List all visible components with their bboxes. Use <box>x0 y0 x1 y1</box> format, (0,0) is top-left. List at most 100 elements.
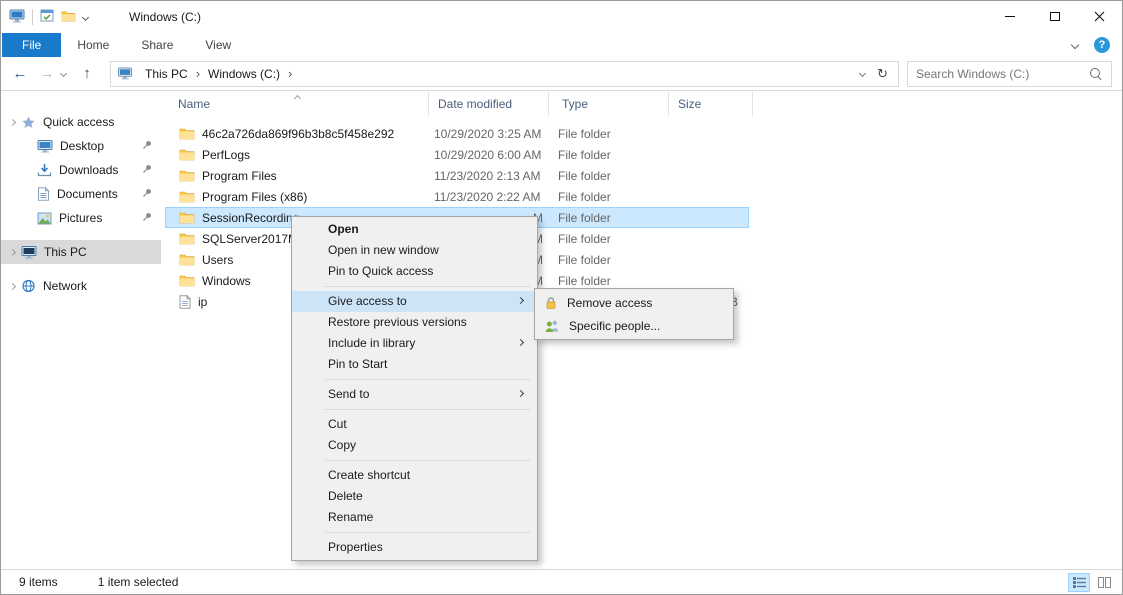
sidebar-item-documents[interactable]: Documents <box>1 182 161 206</box>
tab-share[interactable]: Share <box>125 33 189 57</box>
menu-item-pin-to-quick-access[interactable]: Pin to Quick access <box>292 261 537 282</box>
submenu-item-remove-access[interactable]: Remove access <box>535 291 733 314</box>
file-name: Users <box>202 253 233 267</box>
search-icon[interactable] <box>1089 67 1103 81</box>
breadcrumb-chevron-icon[interactable]: › <box>194 66 202 81</box>
breadcrumb-this-pc[interactable]: This PC <box>139 67 194 81</box>
window-controls <box>987 1 1122 32</box>
menu-separator <box>325 532 530 533</box>
qat-properties-icon[interactable] <box>40 9 54 25</box>
submenu-item-specific-people[interactable]: Specific people... <box>535 314 733 337</box>
file-type: File folder <box>549 253 669 267</box>
minimize-button[interactable] <box>987 1 1032 32</box>
details-view-icon <box>1073 577 1086 588</box>
file-row[interactable]: Program Files 11/23/2020 2:13 AM File fo… <box>165 165 749 186</box>
file-name: SQLServer2017Me <box>202 232 305 246</box>
sidebar-item-pictures[interactable]: Pictures <box>1 206 161 230</box>
search-box[interactable] <box>907 61 1112 87</box>
menu-item-properties[interactable]: Properties <box>292 537 537 558</box>
sidebar-item-label: Downloads <box>59 163 118 177</box>
sidebar-item-this-pc[interactable]: This PC <box>1 240 161 264</box>
sidebar-item-quick-access[interactable]: Quick access <box>1 110 161 134</box>
up-button[interactable]: ↑ <box>74 66 100 81</box>
menu-item-give-access-to[interactable]: Give access to <box>292 291 537 312</box>
file-icon <box>179 295 191 309</box>
menu-item-pin-to-start[interactable]: Pin to Start <box>292 354 537 375</box>
folder-icon <box>179 148 195 161</box>
menu-item-include-in-library[interactable]: Include in library <box>292 333 537 354</box>
menu-separator <box>325 379 530 380</box>
expand-ribbon-chevron-icon[interactable] <box>1071 41 1079 49</box>
menu-item-create-shortcut[interactable]: Create shortcut <box>292 465 537 486</box>
menu-item-restore-previous-versions[interactable]: Restore previous versions <box>292 312 537 333</box>
search-input[interactable] <box>908 67 1089 81</box>
pictures-icon <box>37 212 52 225</box>
details-view-button[interactable] <box>1068 573 1090 592</box>
sidebar-item-label: Quick access <box>43 115 114 129</box>
file-name: SessionRecording <box>202 211 299 225</box>
chevron-right-icon[interactable] <box>9 282 16 289</box>
menu-item-send-to[interactable]: Send to <box>292 384 537 405</box>
submenu-arrow-icon <box>517 390 524 397</box>
maximize-icon <box>1050 12 1060 21</box>
network-icon <box>21 279 36 293</box>
address-dropdown-chevron-icon[interactable] <box>859 70 866 77</box>
menu-item-rename[interactable]: Rename <box>292 507 537 528</box>
recent-locations-chevron-icon[interactable] <box>60 70 67 77</box>
column-header-type[interactable]: Type <box>549 92 669 116</box>
sidebar-item-desktop[interactable]: Desktop <box>1 134 161 158</box>
tab-file[interactable]: File <box>2 33 61 57</box>
menu-item-copy[interactable]: Copy <box>292 435 537 456</box>
sidebar-item-downloads[interactable]: Downloads <box>1 158 161 182</box>
folder-icon <box>179 211 195 224</box>
file-date: 10/29/2020 6:00 AM <box>429 148 549 162</box>
pin-icon <box>142 139 152 153</box>
maximize-button[interactable] <box>1032 1 1077 32</box>
menu-item-open-in-new-window[interactable]: Open in new window <box>292 240 537 261</box>
address-bar[interactable]: This PC › Windows (C:) › ↻ <box>110 61 899 87</box>
file-row[interactable]: 46c2a726da869f96b3b8c5f458e292 10/29/202… <box>165 123 749 144</box>
menu-separator <box>325 460 530 461</box>
navigation-bar: ← → ↑ This PC › Windows (C:) › ↻ <box>1 57 1122 91</box>
menu-item-delete[interactable]: Delete <box>292 486 537 507</box>
file-row[interactable]: Program Files (x86) 11/23/2020 2:22 AM F… <box>165 186 749 207</box>
file-name: Windows <box>202 274 251 288</box>
menu-item-label: Give access to <box>328 294 407 308</box>
file-name: Program Files <box>202 169 277 183</box>
tab-home[interactable]: Home <box>61 33 125 57</box>
file-date: 11/23/2020 2:13 AM <box>429 169 549 183</box>
documents-icon <box>37 187 50 201</box>
menu-item-label: Send to <box>328 387 369 401</box>
chevron-right-icon[interactable] <box>9 118 16 125</box>
back-button[interactable]: ← <box>5 66 35 81</box>
qat-new-folder-icon[interactable] <box>61 10 76 25</box>
column-header-size[interactable]: Size <box>669 92 753 116</box>
breadcrumb-windows-c[interactable]: Windows (C:) <box>202 67 286 81</box>
location-icon <box>117 67 133 80</box>
column-header-date-modified[interactable]: Date modified <box>429 92 549 116</box>
menu-item-open[interactable]: Open <box>292 219 537 240</box>
folder-icon <box>179 127 195 140</box>
sidebar-item-label: Documents <box>57 187 118 201</box>
submenu-arrow-icon <box>517 297 524 304</box>
folder-icon <box>179 232 195 245</box>
chevron-right-icon[interactable] <box>9 248 16 255</box>
close-button[interactable] <box>1077 1 1122 32</box>
menu-separator <box>325 286 530 287</box>
refresh-icon[interactable]: ↻ <box>877 66 888 82</box>
submenu-item-label: Specific people... <box>569 319 660 333</box>
file-date: 11/23/2020 2:22 AM <box>429 190 549 204</box>
tab-view[interactable]: View <box>189 33 247 57</box>
large-icons-view-icon <box>1098 577 1111 588</box>
forward-button[interactable]: → <box>35 66 59 81</box>
explorer-window-icon <box>9 9 25 26</box>
sidebar-item-network[interactable]: Network <box>1 274 161 298</box>
close-icon <box>1094 11 1105 22</box>
help-icon[interactable]: ? <box>1094 37 1110 53</box>
menu-item-cut[interactable]: Cut <box>292 414 537 435</box>
large-icons-view-button[interactable] <box>1093 573 1115 592</box>
file-row[interactable]: PerfLogs 10/29/2020 6:00 AM File folder <box>165 144 749 165</box>
qat-customize-chevron-icon[interactable] <box>82 13 89 20</box>
pin-icon <box>142 211 152 225</box>
breadcrumb-chevron-icon[interactable]: › <box>286 66 294 81</box>
